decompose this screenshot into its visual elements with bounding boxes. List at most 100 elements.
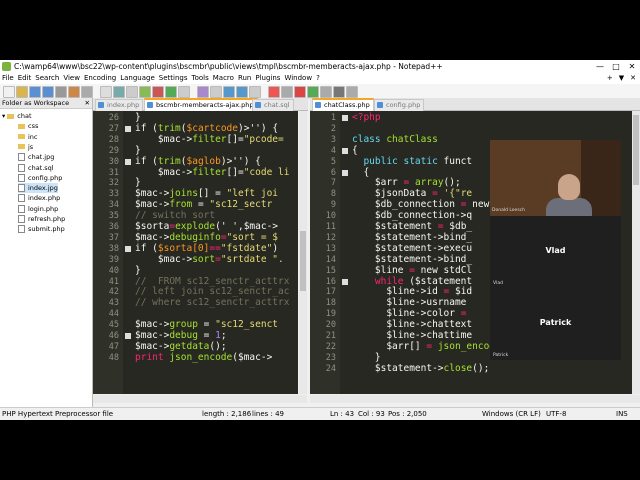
find-icon[interactable] [165,86,177,98]
record-icon[interactable] [268,86,280,98]
print-icon[interactable] [81,86,93,98]
stop-icon[interactable] [281,86,293,98]
tree-item-inc[interactable]: inc [18,132,38,142]
menu-item-edit[interactable]: Edit [16,73,34,84]
copy-icon[interactable] [113,86,125,98]
tree-item-config-php[interactable]: config.php [18,173,62,183]
play-multi-icon[interactable] [307,86,319,98]
fold-marker-icon[interactable] [342,147,348,154]
menu-item-settings[interactable]: Settings [157,73,190,84]
play-icon[interactable] [294,86,306,98]
fold-marker-icon[interactable] [125,245,131,252]
tree-item-refresh-php[interactable]: refresh.php [18,214,65,224]
left-horizontal-scrollbar[interactable] [93,395,307,403]
replace-icon[interactable] [178,86,190,98]
left-vertical-scrollbar[interactable] [299,111,307,394]
menu-item-run[interactable]: Run [236,73,253,84]
sync-v-icon[interactable] [223,86,235,98]
code-line[interactable]: <?php [352,112,381,124]
tab-bscmbr-memberacts-ajax-php[interactable]: bscmbr-memberacts-ajax.php [144,98,258,111]
scroll-thumb[interactable] [633,115,639,185]
fold-marker-icon[interactable] [342,169,348,176]
tree-item-index-php[interactable]: index.php [18,193,60,203]
close-icon[interactable] [55,86,67,98]
menu-item-plugins[interactable]: Plugins [253,73,282,84]
code-line[interactable]: public static funct [352,156,472,168]
line-number: 10 [325,211,336,222]
fold-marker-icon[interactable] [125,158,131,165]
minimize-button[interactable]: — [592,60,608,73]
tree-item-chat-sql[interactable]: chat.sql [18,163,54,173]
menu-item-tools[interactable]: Tools [190,73,211,84]
maximize-button[interactable]: □ [608,60,624,73]
menu-item-language[interactable]: Language [118,73,157,84]
code-token: = [420,340,438,352]
tree-item-submit-php[interactable]: submit.php [18,224,65,234]
tree-item-chat-jpg[interactable]: chat.jpg [18,152,54,162]
tree-item-label: js [28,142,34,151]
menu-item-window[interactable]: Window [282,73,314,84]
spell-icon[interactable] [333,86,345,98]
menu-item-view[interactable]: View [61,73,82,84]
tab-chat-sql[interactable]: chat.sql [252,99,294,111]
close-button[interactable]: ✕ [624,60,640,73]
participant-tile-vlad[interactable]: Vlad Vlad [490,216,621,288]
wrap-icon[interactable] [249,86,261,98]
code-token: $statement [352,231,433,243]
tab-chatClass-php[interactable]: chatClass.php [312,98,374,111]
save-macro-icon[interactable] [320,86,332,98]
new-tab-icon[interactable]: + [607,74,613,82]
paste-icon[interactable] [126,86,138,98]
code-line[interactable]: $mac->filter[]="code li [135,167,290,179]
redo-icon[interactable] [152,86,164,98]
code-line[interactable]: // where sc12_senctr_acttrx [135,297,289,309]
tree-item-chat[interactable]: ▾ chat [2,111,32,121]
new-file-icon[interactable] [3,86,15,98]
tree-item-css[interactable]: css [18,121,38,131]
close-all-icon[interactable] [68,86,80,98]
cut-icon[interactable] [100,86,112,98]
code-token: ; [220,330,227,341]
tab-list-icon[interactable]: ▼ [619,74,624,82]
line-number: 32 [108,178,119,189]
left-editor[interactable]: 26 27 28 29 30 31 32 33 34 35 36 37 38 39 40 41 42 43 44 45… [93,111,298,394]
code-line[interactable]: class chatClass [352,134,438,146]
code-token: = [192,199,210,211]
line-number: 19 [325,309,336,320]
menu-item-search[interactable]: Search [33,73,61,84]
fold-marker-icon[interactable] [342,278,348,285]
code-line[interactable]: $statement->close(); [352,363,489,375]
panel-icon[interactable] [346,86,358,98]
panel-close-icon[interactable]: ✕ [85,98,90,108]
code-line[interactable]: print json_encode($mac-> [135,352,272,364]
menu-item-encoding[interactable]: Encoding [82,73,118,84]
tab-config-php[interactable]: config.php [374,99,425,111]
code-line[interactable]: $mac->sort="srtdate ". [135,254,284,266]
collapse-icon[interactable]: ▾ [2,112,5,120]
menu-item-macro[interactable]: Macro [211,73,236,84]
code-line[interactable]: $mac->filter[]="pcode= [135,134,284,146]
scroll-thumb[interactable] [300,231,306,291]
right-vertical-scrollbar[interactable] [632,111,640,394]
fold-marker-icon[interactable] [125,333,131,339]
open-file-icon[interactable] [16,86,28,98]
menu-item-file[interactable]: File [0,73,16,84]
tree-item-js[interactable]: js [18,142,33,152]
save-icon[interactable] [29,86,41,98]
participant-tile-patrick[interactable]: Patrick Patrick [490,288,621,360]
undo-icon[interactable] [139,86,151,98]
fold-marker-icon[interactable] [125,125,131,132]
right-horizontal-scrollbar[interactable] [310,395,640,403]
zoom-out-icon[interactable] [210,86,222,98]
line-number: 36 [108,222,119,232]
fold-marker-icon[interactable] [342,115,348,121]
tree-item-index-jpg[interactable]: index.jpg [18,183,58,194]
menu-item-help[interactable]: ? [314,73,322,84]
code-token: ->bind_ [432,231,473,243]
sync-h-icon[interactable] [236,86,248,98]
tree-item-login-php[interactable]: login.php [18,204,58,214]
close-doc-icon[interactable]: ✕ [630,74,636,82]
save-all-icon[interactable] [42,86,54,98]
tab-index-php[interactable]: index.php [95,99,144,111]
zoom-in-icon[interactable] [197,86,209,98]
